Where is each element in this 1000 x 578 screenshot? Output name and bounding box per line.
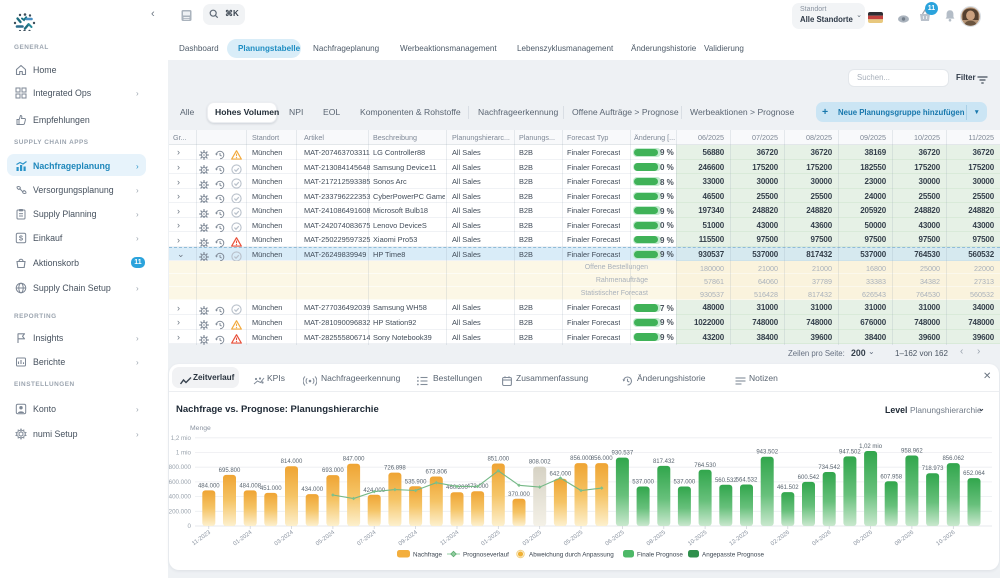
svg-text:814.000: 814.000 (281, 459, 303, 465)
svg-text:02-2026: 02-2026 (770, 529, 792, 547)
svg-text:800.000: 800.000 (169, 464, 192, 471)
svg-text:535.900: 535.900 (405, 479, 427, 485)
svg-text:$: $ (19, 234, 24, 243)
svg-text:930.537: 930.537 (612, 451, 634, 457)
svg-text:764.530: 764.530 (694, 463, 716, 469)
svg-text:08-2025: 08-2025 (646, 529, 668, 547)
svg-text:200.000: 200.000 (169, 508, 192, 515)
svg-text:726.898: 726.898 (384, 466, 406, 472)
svg-text:03-2024: 03-2024 (274, 529, 296, 547)
svg-text:693.000: 693.000 (322, 468, 344, 474)
svg-text:484.000: 484.000 (198, 483, 220, 489)
svg-text:943.502: 943.502 (756, 450, 778, 456)
svg-text:537.000: 537.000 (674, 480, 696, 486)
svg-text:09-2024: 09-2024 (398, 529, 420, 547)
svg-text:607.958: 607.958 (880, 474, 902, 480)
svg-text:0: 0 (188, 523, 192, 530)
svg-text:537.000: 537.000 (632, 480, 654, 486)
svg-text:05-2025: 05-2025 (563, 529, 585, 547)
svg-text:817.432: 817.432 (653, 459, 675, 465)
svg-text:673.806: 673.806 (425, 470, 447, 476)
svg-text:461.502: 461.502 (777, 485, 799, 491)
svg-text:11-2023: 11-2023 (191, 529, 212, 547)
svg-text:600.000: 600.000 (169, 479, 192, 486)
svg-text:370.000: 370.000 (508, 492, 530, 498)
svg-text:564.532: 564.532 (736, 478, 758, 484)
svg-text:695.800: 695.800 (219, 468, 241, 474)
svg-text:856.062: 856.062 (942, 456, 964, 462)
svg-text:01-2025: 01-2025 (480, 529, 502, 547)
svg-text:08-2026: 08-2026 (894, 529, 916, 547)
svg-text:1 mio: 1 mio (176, 450, 192, 457)
svg-text:400.000: 400.000 (169, 494, 192, 501)
svg-text:Abweichung durch Anpassung: Abweichung durch Anpassung (529, 552, 614, 559)
svg-text:652.064: 652.064 (963, 471, 985, 477)
svg-text:11-2024: 11-2024 (440, 529, 461, 547)
svg-text:958.962: 958.962 (901, 449, 923, 455)
svg-text:06-2026: 06-2026 (853, 529, 875, 547)
svg-text:851.000: 851.000 (487, 457, 509, 463)
svg-text:04-2026: 04-2026 (811, 529, 833, 547)
svg-text:10-2025: 10-2025 (687, 529, 709, 547)
svg-text:06-2025: 06-2025 (605, 529, 627, 547)
svg-text:1,2 mio: 1,2 mio (171, 435, 192, 442)
svg-text:Nachfrage: Nachfrage (413, 552, 443, 559)
svg-text:Finale Prognose: Finale Prognose (637, 552, 683, 559)
svg-text:560.532: 560.532 (715, 478, 737, 484)
svg-text:808.002: 808.002 (529, 460, 551, 466)
svg-text:847.000: 847.000 (343, 457, 365, 463)
svg-text:734.542: 734.542 (818, 465, 840, 471)
svg-text:Menge: Menge (190, 425, 211, 432)
svg-text:Prognoseverlauf: Prognoseverlauf (463, 552, 509, 559)
svg-text:451.000: 451.000 (260, 486, 282, 492)
svg-text:07-2024: 07-2024 (356, 529, 378, 547)
svg-text:10-2026: 10-2026 (935, 529, 957, 547)
svg-text:01-2024: 01-2024 (232, 529, 254, 547)
svg-text:434.000: 434.000 (301, 487, 323, 493)
svg-text:484.008: 484.008 (239, 483, 261, 489)
svg-text:1,02 mio: 1,02 mio (859, 444, 883, 450)
svg-text:12-2025: 12-2025 (729, 529, 751, 547)
svg-text:Angepasste Prognose: Angepasste Prognose (702, 552, 764, 559)
svg-text:05-2024: 05-2024 (315, 529, 337, 547)
svg-text:856.000: 856.000 (591, 456, 613, 462)
svg-text:718.973: 718.973 (922, 466, 944, 472)
svg-text:856.000: 856.000 (570, 456, 592, 462)
svg-text:03-2025: 03-2025 (522, 529, 544, 547)
svg-text:600.542: 600.542 (798, 475, 820, 481)
svg-text:947.502: 947.502 (839, 449, 861, 455)
